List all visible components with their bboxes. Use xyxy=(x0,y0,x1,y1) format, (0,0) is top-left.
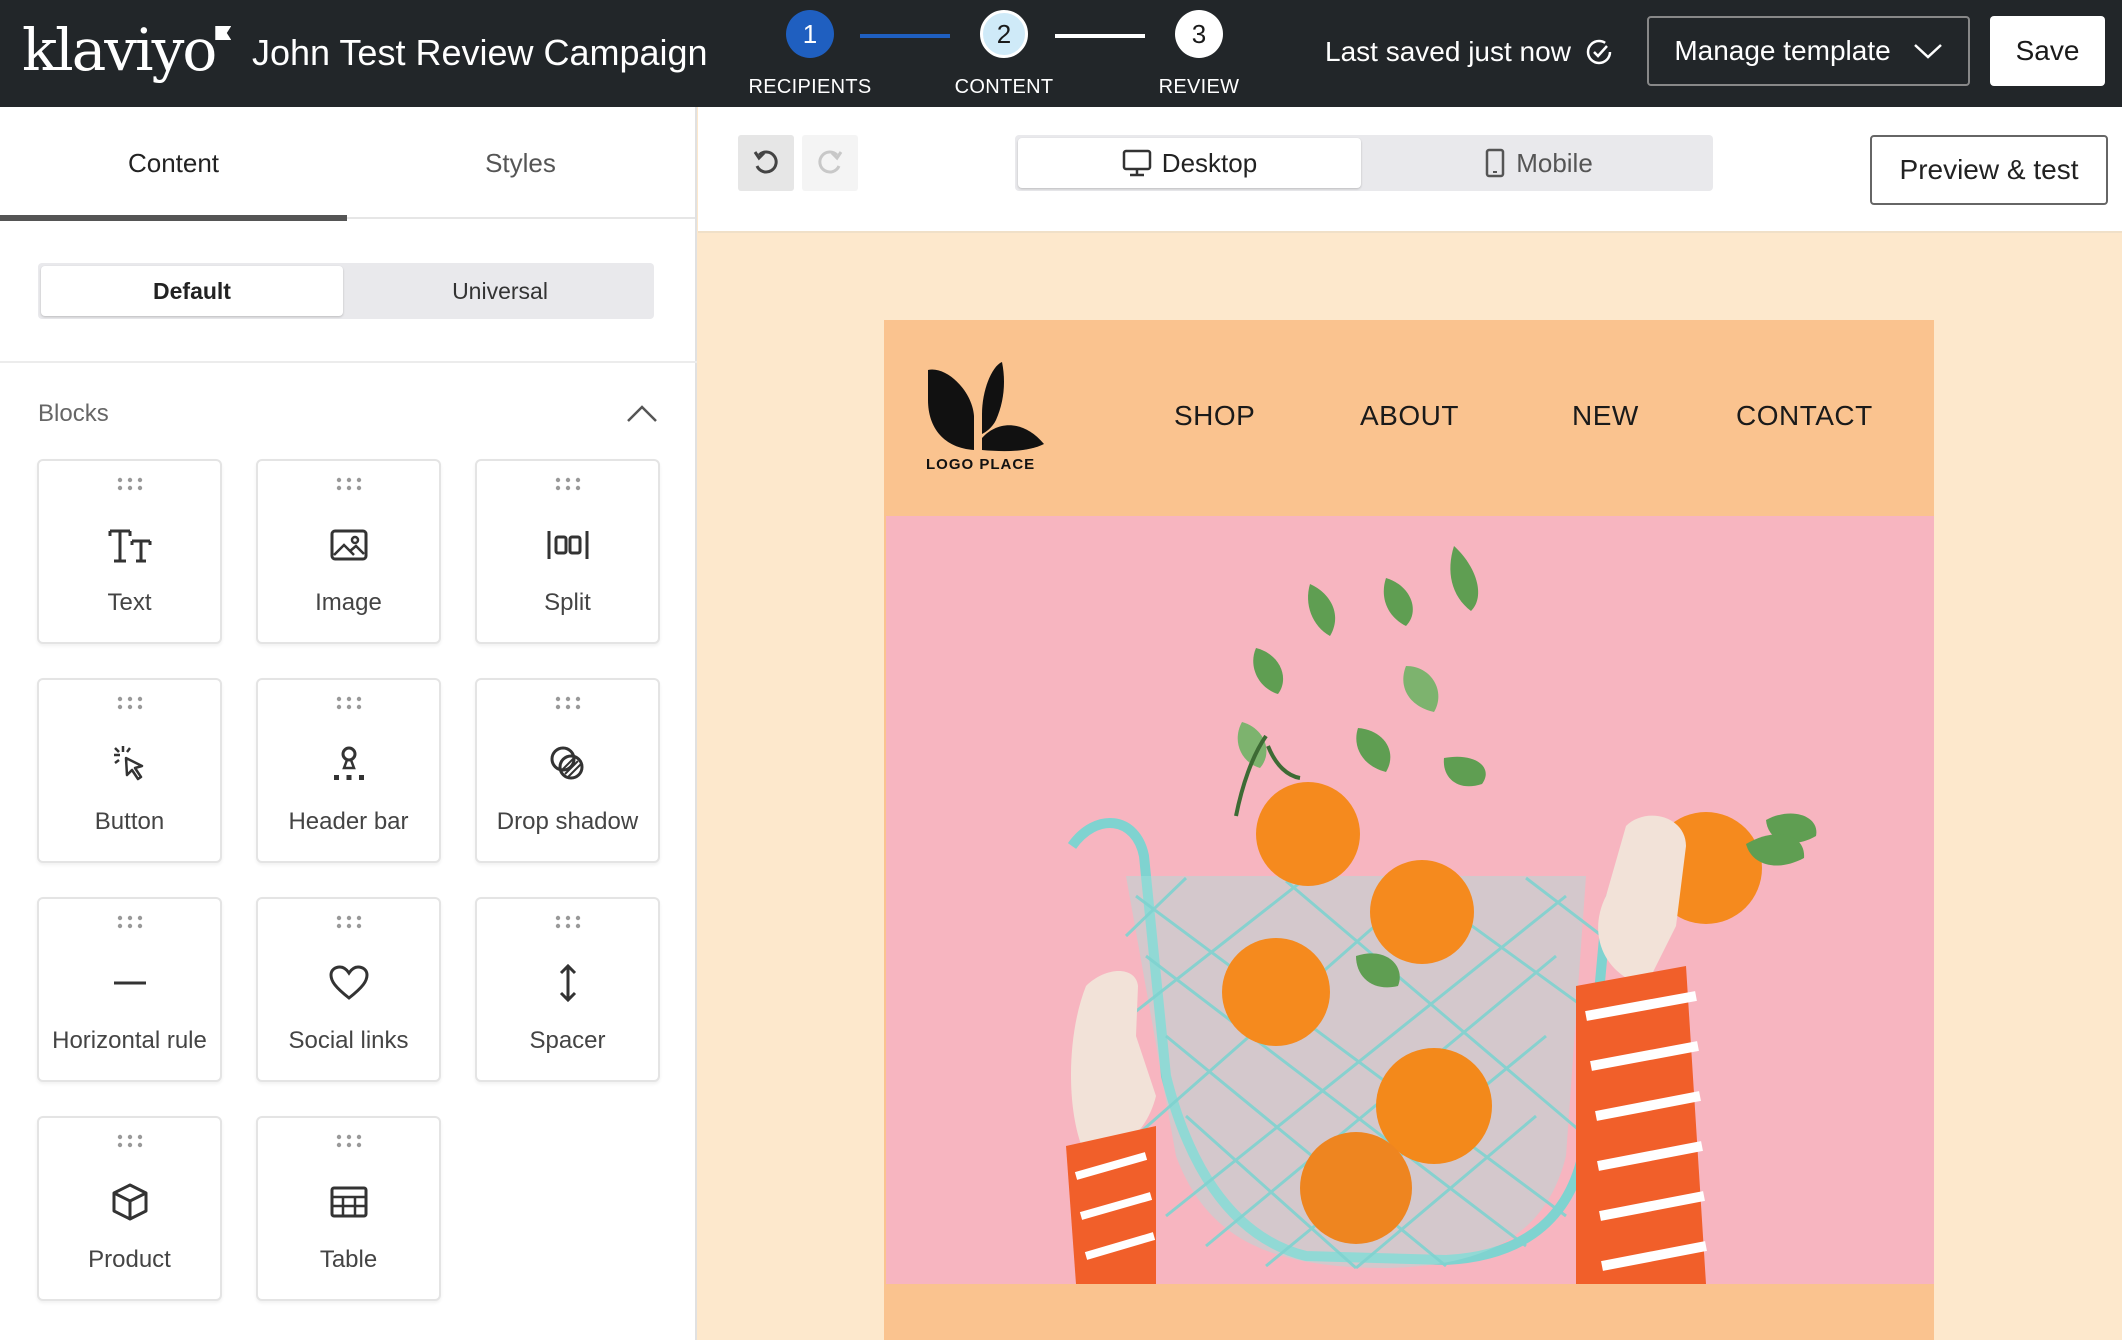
image-icon xyxy=(327,523,371,567)
email-header[interactable]: LOGO PLACE SHOP ABOUT NEW CONTACT xyxy=(884,320,1934,516)
panel-tabs: Content Styles xyxy=(0,107,695,221)
block-product[interactable]: Product xyxy=(37,1116,222,1301)
blocks-section-header[interactable]: Blocks xyxy=(38,389,658,439)
block-spacer[interactable]: Spacer xyxy=(475,897,660,1082)
divider xyxy=(0,361,697,363)
drag-handle-icon[interactable] xyxy=(553,696,583,710)
step-review[interactable]: 3 REVIEW xyxy=(1129,10,1269,99)
desktop-option[interactable]: Desktop xyxy=(1018,138,1361,188)
block-header-bar[interactable]: Header bar xyxy=(256,678,441,863)
undo-icon xyxy=(753,150,778,174)
desktop-label: Desktop xyxy=(1161,147,1258,178)
leaf-logo-icon xyxy=(928,362,1044,452)
horizontal-rule-icon xyxy=(108,961,152,1005)
block-horizontal-rule[interactable]: Horizontal rule xyxy=(37,897,222,1082)
device-toggle: Desktop Mobile xyxy=(1015,135,1713,191)
universal-option[interactable]: Universal xyxy=(349,266,651,316)
drag-handle-icon[interactable] xyxy=(334,915,364,929)
blocks-heading: Blocks xyxy=(38,400,109,427)
cube-icon xyxy=(108,1180,152,1224)
email-nav-shop[interactable]: SHOP xyxy=(1174,400,1255,432)
drag-handle-icon[interactable] xyxy=(553,477,583,491)
step-progress: 1 RECIPIENTS 2 CONTENT 3 REVIEW xyxy=(740,10,1260,100)
step-recipients[interactable]: 1 RECIPIENTS xyxy=(740,10,880,99)
manage-template-label: Manage template xyxy=(1674,35,1891,66)
drag-handle-icon[interactable] xyxy=(115,915,145,929)
drag-handle-icon[interactable] xyxy=(334,477,364,491)
block-label: Table xyxy=(319,1246,378,1273)
block-label: Split xyxy=(544,589,591,616)
block-text[interactable]: Text xyxy=(37,459,222,644)
check-circle-icon xyxy=(1586,39,1612,65)
vertical-arrows-icon xyxy=(546,961,590,1005)
block-label: Drop shadow xyxy=(496,808,639,835)
undo-button[interactable] xyxy=(738,135,794,191)
save-status: Last saved just now xyxy=(1325,36,1613,68)
drag-handle-icon[interactable] xyxy=(115,1134,145,1148)
block-button[interactable]: Button xyxy=(37,678,222,863)
drag-handle-icon[interactable] xyxy=(115,696,145,710)
block-label: Social links xyxy=(288,1027,409,1054)
cursor-click-icon xyxy=(108,742,152,786)
step-label: CONTENT xyxy=(954,76,1054,98)
block-table[interactable]: Table xyxy=(256,1116,441,1301)
redo-button[interactable] xyxy=(802,135,858,191)
chevron-up-icon[interactable] xyxy=(626,404,658,424)
step-number: 2 xyxy=(980,10,1028,58)
block-drop-shadow[interactable]: Drop shadow xyxy=(475,678,660,863)
email-nav-about[interactable]: ABOUT xyxy=(1360,400,1459,432)
drag-handle-icon[interactable] xyxy=(334,696,364,710)
hero-image[interactable] xyxy=(886,516,1934,1284)
default-option[interactable]: Default xyxy=(41,266,343,316)
klaviyo-logo[interactable]: klaviyo xyxy=(22,20,232,80)
block-social-links[interactable]: Social links xyxy=(256,897,441,1082)
oranges-mesh-bag-illustration xyxy=(886,516,1934,1284)
chevron-down-icon xyxy=(1913,44,1942,59)
drag-handle-icon[interactable] xyxy=(334,1134,364,1148)
block-label: Horizontal rule xyxy=(52,1027,207,1054)
preview-test-button[interactable]: Preview & test xyxy=(1870,135,2108,205)
mobile-label: Mobile xyxy=(1516,147,1593,178)
block-image[interactable]: Image xyxy=(256,459,441,644)
block-label: Header bar xyxy=(288,808,409,835)
canvas-toolbar: Desktop Mobile Preview & test xyxy=(698,107,2122,233)
block-mode-toggle: Default Universal xyxy=(38,263,654,319)
split-icon xyxy=(546,523,590,567)
email-logo[interactable]: LOGO PLACE xyxy=(926,360,1046,480)
email-nav-new[interactable]: NEW xyxy=(1572,400,1639,432)
campaign-title[interactable]: John Test Review Campaign xyxy=(252,32,708,74)
block-label: Spacer xyxy=(529,1027,606,1054)
save-button[interactable]: Save xyxy=(1990,16,2105,86)
top-bar: klaviyo John Test Review Campaign 1 RECI… xyxy=(0,0,2122,107)
step-number: 3 xyxy=(1175,10,1223,58)
step-label: REVIEW xyxy=(1158,76,1240,98)
save-status-text: Last saved just now xyxy=(1325,36,1571,67)
heart-icon xyxy=(327,961,371,1005)
email-nav-contact[interactable]: CONTACT xyxy=(1736,400,1873,432)
left-panel: Content Styles Default Universal Blocks … xyxy=(0,107,697,1340)
drag-handle-icon[interactable] xyxy=(115,477,145,491)
text-icon xyxy=(108,523,152,567)
block-label: Button xyxy=(94,808,165,835)
block-split[interactable]: Split xyxy=(475,459,660,644)
block-label: Text xyxy=(107,589,152,616)
drag-handle-icon[interactable] xyxy=(553,915,583,929)
drop-shadow-icon xyxy=(546,742,590,786)
step-label: RECIPIENTS xyxy=(748,76,872,98)
email-preview[interactable]: LOGO PLACE SHOP ABOUT NEW CONTACT xyxy=(884,320,1934,1340)
mobile-option[interactable]: Mobile xyxy=(1367,138,1710,188)
tab-content[interactable]: Content xyxy=(0,107,347,221)
tab-styles[interactable]: Styles xyxy=(347,107,694,219)
step-content[interactable]: 2 CONTENT xyxy=(934,10,1074,99)
desktop-icon xyxy=(1122,149,1152,177)
mobile-icon xyxy=(1485,148,1505,178)
header-bar-icon xyxy=(327,742,371,786)
block-label: Image xyxy=(315,589,382,616)
manage-template-button[interactable]: Manage template xyxy=(1647,16,1970,86)
step-number: 1 xyxy=(786,10,834,58)
block-label: Product xyxy=(88,1246,171,1273)
logo-text: LOGO PLACE xyxy=(926,456,1036,473)
redo-icon xyxy=(818,150,843,174)
table-icon xyxy=(327,1180,371,1224)
